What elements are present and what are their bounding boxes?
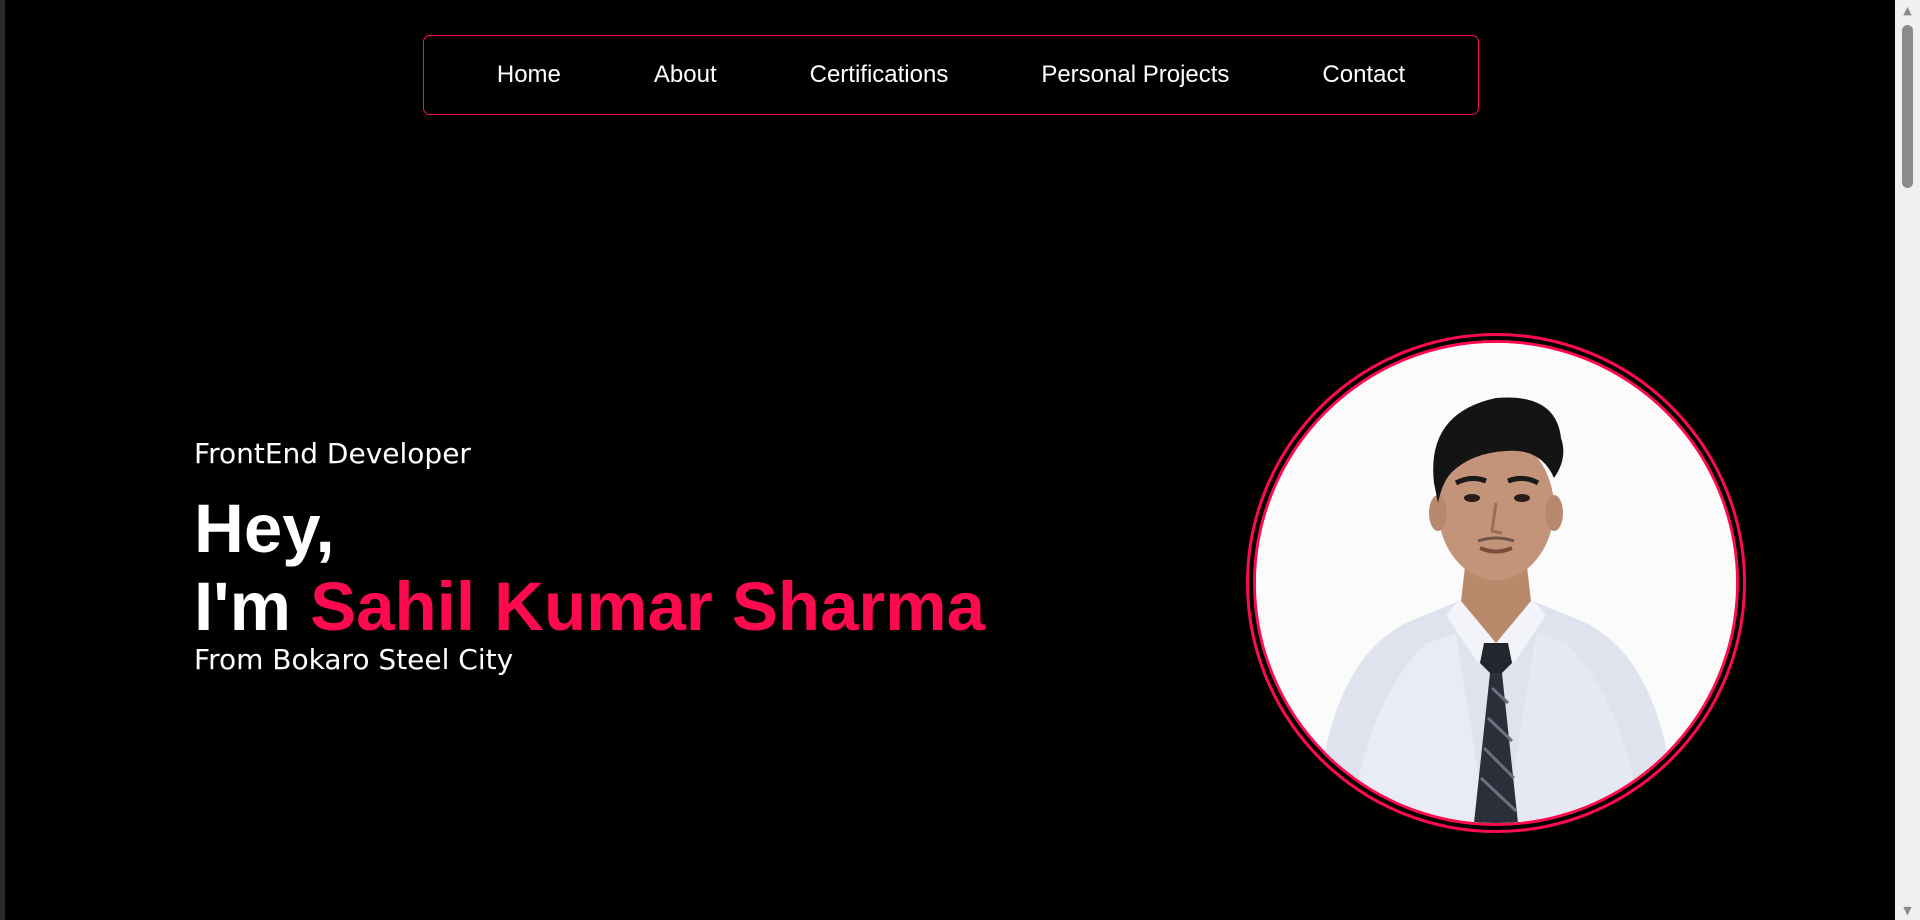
nav-link-personal-projects[interactable]: Personal Projects (1041, 61, 1229, 89)
nav-link-about[interactable]: About (654, 61, 717, 89)
scroll-down-arrow-icon[interactable]: ▼ (1895, 900, 1920, 920)
profile-photo-illustration (1256, 343, 1736, 823)
nav-link-contact[interactable]: Contact (1322, 61, 1405, 89)
nav-link-certifications[interactable]: Certifications (810, 61, 949, 89)
scroll-thumb[interactable] (1902, 25, 1913, 188)
hero-location: From Bokaro Steel City (194, 643, 514, 676)
hero-greeting: Hey, (194, 490, 335, 567)
scroll-up-arrow-icon[interactable]: ▲ (1895, 0, 1920, 20)
page-scrollbar[interactable]: ▲ ▼ (1895, 0, 1920, 920)
hero-name: Sahil Kumar Sharma (310, 568, 986, 645)
hero-role: FrontEnd Developer (194, 437, 471, 470)
hero-section: FrontEnd Developer Hey, I'm Sahil Kumar … (194, 430, 985, 680)
profile-photo (1253, 340, 1739, 826)
hero-intro-line: I'm Sahil Kumar Sharma (194, 568, 985, 646)
nav-link-home[interactable]: Home (497, 61, 561, 89)
hero-intro: I'm (194, 568, 291, 645)
hero-headline: Hey, I'm Sahil Kumar Sharma (194, 490, 985, 646)
navbar: Home About Certifications Personal Proje… (423, 35, 1479, 115)
portfolio-page: Home About Certifications Personal Proje… (5, 0, 1895, 920)
profile-photo-frame (1246, 333, 1746, 833)
